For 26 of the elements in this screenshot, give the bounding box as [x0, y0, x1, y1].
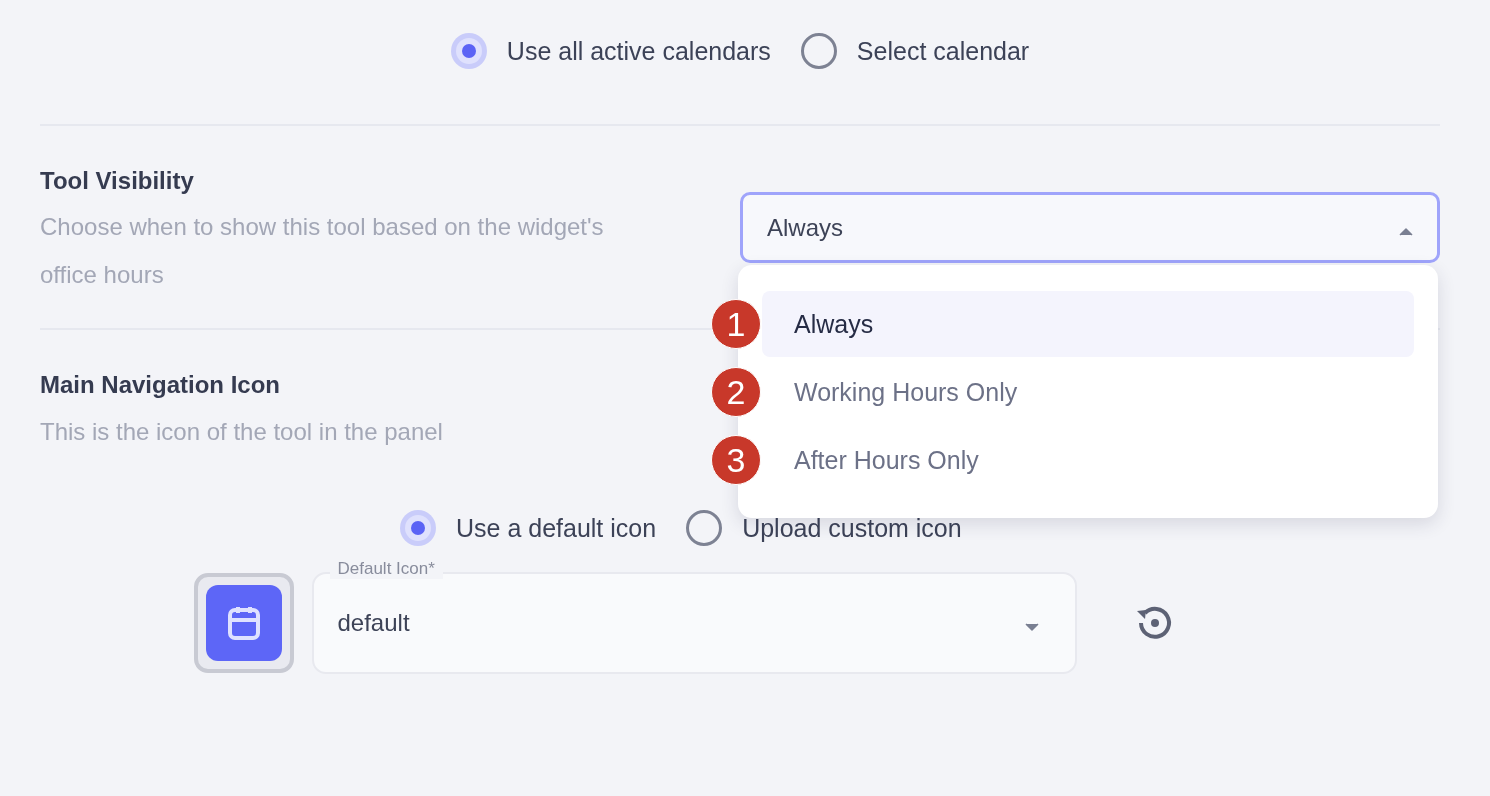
calendar-icon	[226, 605, 261, 641]
radio-option[interactable]: Upload custom icon	[686, 510, 962, 546]
section-title: Tool Visibility	[40, 169, 194, 193]
field-label: Default Icon*	[329, 559, 443, 579]
visibility-select[interactable]: Always	[740, 192, 1440, 263]
menu-option[interactable]: After Hours Only	[762, 427, 1414, 493]
chevron-down-icon	[1024, 623, 1039, 631]
radio-button[interactable]	[800, 33, 837, 69]
section-title: Main Navigation Icon	[40, 373, 281, 397]
select-value: default	[337, 609, 410, 637]
icon-preview[interactable]	[193, 573, 294, 673]
number-badge: 3	[711, 435, 761, 485]
radio-option[interactable]: Use a default icon	[400, 510, 657, 546]
number-badge: 2	[711, 367, 761, 417]
radio-option[interactable]: Select calendar	[800, 33, 1030, 69]
radio-button[interactable]	[400, 510, 436, 546]
number-badge: 1	[711, 299, 761, 349]
radio-button[interactable]	[450, 33, 487, 69]
section-description: Choose when to show this tool based on the widget's office hours	[40, 212, 605, 290]
menu-option[interactable]: Always	[762, 291, 1414, 357]
section-description: This is the icon of the tool in the panel	[40, 417, 443, 447]
select-value: Always	[767, 213, 844, 242]
radio-option[interactable]: Use all active calendars	[450, 33, 771, 69]
menu-option[interactable]: Working Hours Only	[762, 359, 1414, 425]
chevron-up-icon	[1399, 227, 1413, 236]
radio-button[interactable]	[686, 510, 723, 546]
